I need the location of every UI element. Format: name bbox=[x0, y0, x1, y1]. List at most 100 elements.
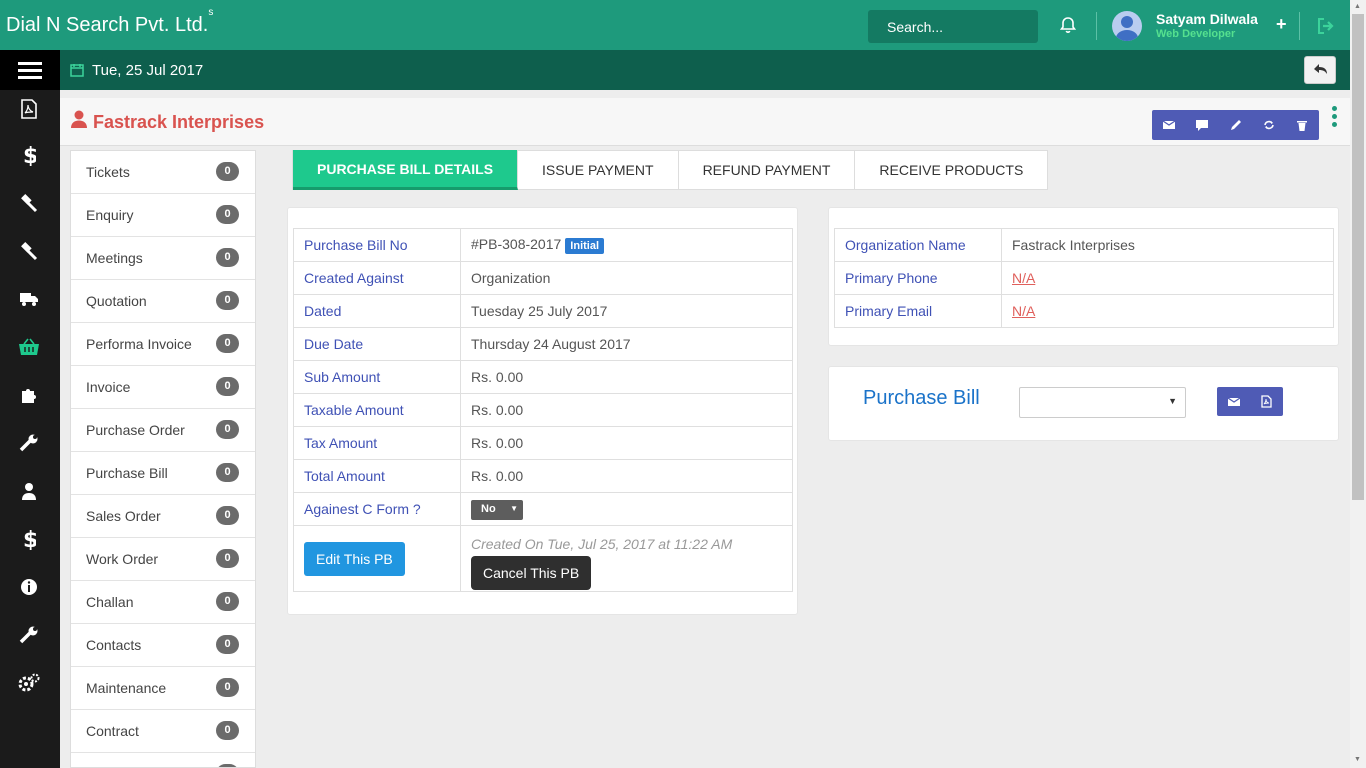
dollar-icon[interactable]: $ bbox=[18, 528, 40, 550]
user-role: Web Developer bbox=[1156, 28, 1236, 40]
tab-refund-payment[interactable]: REFUND PAYMENT bbox=[679, 151, 856, 189]
list-item-label: Performa Invoice bbox=[86, 336, 192, 352]
list-item-contract[interactable]: Contract 0 bbox=[71, 710, 255, 753]
bill-no-label: Purchase Bill No bbox=[293, 228, 461, 262]
trash-icon[interactable] bbox=[1286, 110, 1319, 140]
list-item-invoice[interactable]: Invoice 0 bbox=[71, 366, 255, 409]
edit-cell: Edit This PB bbox=[293, 525, 461, 592]
org-name-label: Organization Name bbox=[834, 228, 1002, 262]
basket-icon[interactable] bbox=[18, 336, 40, 358]
tax-amount-value: Rs. 0.00 bbox=[460, 426, 793, 460]
scroll-up-icon[interactable]: ▲ bbox=[1354, 3, 1361, 10]
comment-icon[interactable] bbox=[1185, 110, 1218, 140]
purchase-bill-card: Purchase Bill ▼ bbox=[828, 366, 1339, 441]
list-item-purchase-order[interactable]: Purchase Order 0 bbox=[71, 409, 255, 452]
phone-cell: N/A bbox=[1001, 261, 1334, 295]
email-icon[interactable] bbox=[1152, 110, 1185, 140]
avatar[interactable] bbox=[1112, 11, 1142, 41]
page-title: Fastrack Interprises bbox=[93, 112, 265, 132]
dollar-icon[interactable]: $ bbox=[18, 144, 40, 166]
phone-link[interactable]: N/A bbox=[1012, 270, 1035, 286]
wrench-icon[interactable] bbox=[18, 432, 40, 454]
email-icon[interactable] bbox=[1217, 387, 1250, 416]
list-item-quotation[interactable]: Quotation 0 bbox=[71, 280, 255, 323]
page-header: Fastrack Interprises bbox=[60, 98, 1350, 146]
pencil-icon[interactable] bbox=[1219, 110, 1252, 140]
search-input[interactable]: Search... bbox=[868, 10, 1038, 43]
count-badge bbox=[216, 764, 239, 767]
list-item-tickets[interactable]: Tickets 0 bbox=[71, 151, 255, 194]
list-item-label: Contacts bbox=[86, 637, 142, 653]
due-date-value: Thursday 24 August 2017 bbox=[460, 327, 793, 361]
count-badge: 0 bbox=[216, 678, 239, 697]
created-against-link[interactable]: Organization bbox=[460, 261, 793, 295]
list-item-maintenance[interactable]: Maintenance 0 bbox=[71, 667, 255, 710]
user-name[interactable]: Satyam Dilwala bbox=[1156, 11, 1258, 27]
pdf-icon[interactable] bbox=[18, 98, 40, 120]
list-item-challan[interactable]: Challan 0 bbox=[71, 581, 255, 624]
count-badge: 0 bbox=[216, 506, 239, 525]
count-badge: 0 bbox=[216, 162, 239, 181]
truck-icon[interactable] bbox=[18, 288, 40, 310]
tax-amount-label: Tax Amount bbox=[293, 426, 461, 460]
calendar-icon bbox=[70, 63, 84, 77]
list-item-enquiry[interactable]: Enquiry 0 bbox=[71, 194, 255, 237]
brand-name: Dial N Search Pvt. Ltd. bbox=[6, 14, 209, 36]
svg-text:$: $ bbox=[23, 144, 36, 166]
list-item-purchase-bill[interactable]: Purchase Bill 0 bbox=[71, 452, 255, 495]
back-button[interactable] bbox=[1304, 56, 1336, 84]
list-item-contacts[interactable]: Contacts 0 bbox=[71, 624, 255, 667]
purchase-bill-heading: Purchase Bill bbox=[863, 387, 980, 409]
list-item-label: Invoice bbox=[86, 379, 131, 395]
list-item[interactable] bbox=[71, 753, 255, 767]
gears-icon[interactable] bbox=[18, 672, 40, 694]
count-badge: 0 bbox=[216, 291, 239, 310]
dated-value: Tuesday 25 July 2017 bbox=[460, 294, 793, 328]
pdf-icon[interactable] bbox=[1250, 387, 1283, 416]
list-item-work-order[interactable]: Work Order 0 bbox=[71, 538, 255, 581]
c-form-select[interactable]: No bbox=[471, 499, 523, 520]
scrollbar-thumb[interactable] bbox=[1352, 14, 1364, 500]
tab-receive-products[interactable]: RECEIVE PRODUCTS bbox=[855, 151, 1047, 189]
cancel-bill-button[interactable]: Cancel This PB bbox=[471, 556, 592, 590]
list-item-label: Maintenance bbox=[86, 680, 167, 696]
user-icon[interactable] bbox=[18, 480, 40, 502]
menu-toggle[interactable] bbox=[0, 50, 60, 90]
tab-issue-payment[interactable]: ISSUE PAYMENT bbox=[518, 151, 679, 189]
bill-details-table: Purchase Bill No #PB-308-2017 Initial Cre… bbox=[293, 228, 793, 592]
list-item-sales-order[interactable]: Sales Order 0 bbox=[71, 495, 255, 538]
page-scrollbar[interactable]: ▲ ▼ bbox=[1350, 0, 1366, 768]
hamburger-icon[interactable] bbox=[18, 62, 42, 80]
count-badge: 0 bbox=[216, 334, 239, 353]
divider bbox=[1096, 12, 1097, 40]
list-item-label: Challan bbox=[86, 594, 134, 610]
email-link[interactable]: N/A bbox=[1012, 303, 1035, 319]
scroll-down-icon[interactable]: ▼ bbox=[1354, 756, 1361, 763]
puzzle-icon[interactable] bbox=[18, 384, 40, 406]
refresh-icon[interactable] bbox=[1252, 110, 1285, 140]
bill-details-card: Purchase Bill No #PB-308-2017 Initial Cre… bbox=[287, 207, 798, 615]
related-records-list: Tickets 0 Enquiry 0 Meetings 0 Quotation 0 P… bbox=[70, 150, 256, 768]
edit-bill-button[interactable]: Edit This PB bbox=[304, 541, 405, 576]
list-item-performa-invoice[interactable]: Performa Invoice 0 bbox=[71, 323, 255, 366]
gavel-icon[interactable] bbox=[18, 192, 40, 214]
left-icon-nav: $ $ bbox=[0, 90, 60, 768]
list-item-label: Meetings bbox=[86, 250, 143, 266]
bell-icon[interactable] bbox=[1059, 16, 1077, 34]
tab-purchase-bill-details[interactable]: PURCHASE BILL DETAILS bbox=[293, 150, 519, 190]
list-item-label: Sales Order bbox=[86, 508, 161, 524]
template-select[interactable]: ▼ bbox=[1019, 387, 1186, 418]
logout-icon[interactable] bbox=[1316, 16, 1336, 36]
email-label: Primary Email bbox=[834, 294, 1002, 328]
list-item-meetings[interactable]: Meetings 0 bbox=[71, 237, 255, 280]
gavel-icon[interactable] bbox=[18, 240, 40, 262]
status-badge: Initial bbox=[565, 237, 605, 254]
count-badge: 0 bbox=[216, 463, 239, 482]
info-icon[interactable] bbox=[18, 576, 40, 598]
wrench-icon[interactable] bbox=[18, 624, 40, 646]
c-form-label: Againest C Form ? bbox=[293, 492, 461, 526]
total-amount-value: Rs. 0.00 bbox=[460, 459, 793, 493]
more-options-icon[interactable] bbox=[1332, 106, 1340, 132]
add-icon[interactable]: + bbox=[1276, 14, 1287, 35]
brand-logo[interactable]: Dial N Search Pvt. Ltd.s bbox=[6, 7, 213, 37]
